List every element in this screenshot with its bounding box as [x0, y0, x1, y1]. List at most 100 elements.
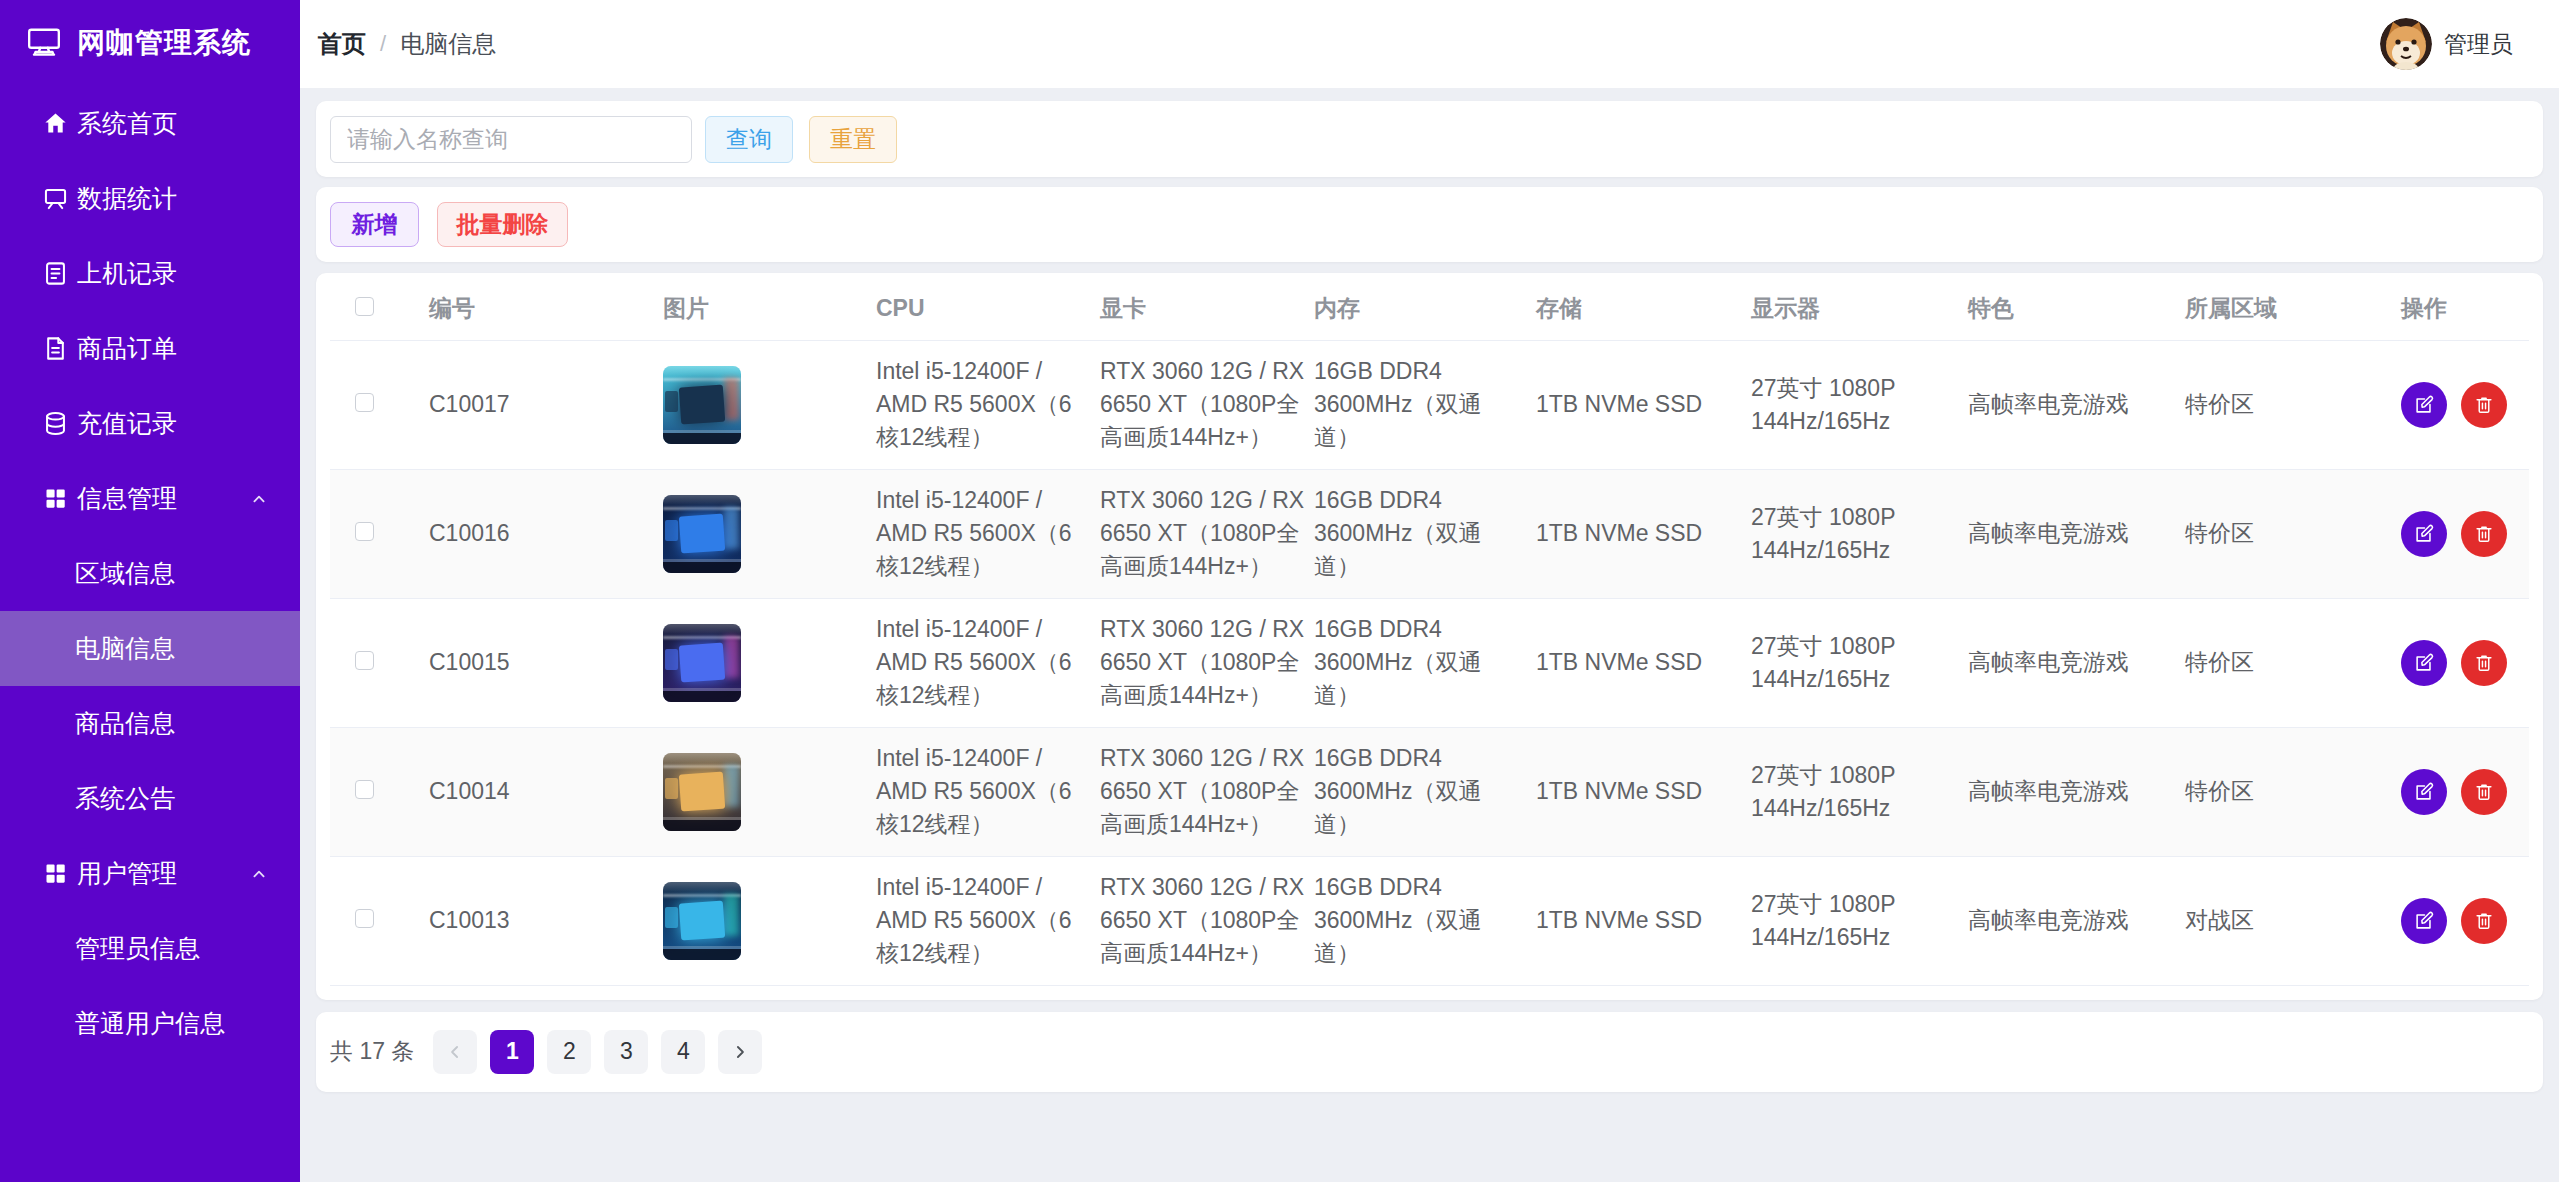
column-header: 特色: [1968, 277, 2185, 340]
table-header-row: 编号图片CPU显卡内存存储显示器特色所属区域操作: [330, 277, 2529, 340]
cell-monitor: 27英寸 1080P 144Hz/165Hz: [1751, 340, 1968, 469]
pager-buttons: 1234: [433, 1030, 762, 1074]
sidebar-item-2[interactable]: 上机记录: [0, 236, 300, 311]
select-all-checkbox[interactable]: [355, 297, 374, 316]
cell-ram: 16GB DDR4 3600MHz（双通 道）: [1314, 598, 1536, 727]
computers-table-card: 编号图片CPU显卡内存存储显示器特色所属区域操作 C10017Intel i5-…: [316, 273, 2543, 1000]
sidebar-item-label: 数据统计: [77, 182, 177, 215]
prev-page-button[interactable]: [433, 1030, 477, 1074]
search-panel: 查询 重置: [316, 101, 2543, 177]
select-all-header: [330, 277, 429, 340]
edit-button[interactable]: [2401, 382, 2447, 428]
avatar[interactable]: [2380, 18, 2432, 70]
sidebar-subitem[interactable]: 普通用户信息: [0, 986, 300, 1061]
row-checkbox[interactable]: [355, 651, 374, 670]
table-row: C10016Intel i5-12400F / AMD R5 5600X（6 核…: [330, 469, 2529, 598]
row-checkbox[interactable]: [355, 909, 374, 928]
page-button-1[interactable]: 1: [490, 1030, 534, 1074]
table-body: C10017Intel i5-12400F / AMD R5 5600X（6 核…: [330, 340, 2529, 985]
content: 查询 重置 新增 批量删除 编号图片CPU显卡内存存储显示器特色所属区域操作 C…: [300, 88, 2559, 1182]
cell-ram: 16GB DDR4 3600MHz（双通 道）: [1314, 727, 1536, 856]
reset-button[interactable]: 重置: [809, 116, 897, 163]
cell-cpu: Intel i5-12400F / AMD R5 5600X（6 核12线程）: [876, 856, 1100, 985]
page-button-4[interactable]: 4: [661, 1030, 705, 1074]
cell-gpu: RTX 3060 12G / RX 6650 XT（1080P全 高画质144H…: [1100, 727, 1314, 856]
edit-button[interactable]: [2401, 769, 2447, 815]
sidebar-subitem[interactable]: 区域信息: [0, 536, 300, 611]
column-header: 显示器: [1751, 277, 1968, 340]
sidebar-subitem[interactable]: 管理员信息: [0, 911, 300, 986]
breadcrumb-separator: /: [380, 31, 386, 57]
table-row: C10017Intel i5-12400F / AMD R5 5600X（6 核…: [330, 340, 2529, 469]
sidebar-item-1[interactable]: 数据统计: [0, 161, 300, 236]
next-page-button[interactable]: [718, 1030, 762, 1074]
column-header: CPU: [876, 277, 1100, 340]
page-button-3[interactable]: 3: [604, 1030, 648, 1074]
edit-button[interactable]: [2401, 640, 2447, 686]
delete-button[interactable]: [2461, 382, 2507, 428]
cell-storage: 1TB NVMe SSD: [1536, 727, 1751, 856]
sidebar-nav: 系统首页数据统计上机记录商品订单充值记录信息管理区域信息电脑信息商品信息系统公告…: [0, 86, 300, 1061]
sidebar-item-label: 系统首页: [77, 107, 177, 140]
pagination: 共 17 条 1234: [316, 1012, 2543, 1092]
cell-zone: 特价区: [2185, 340, 2401, 469]
sidebar-item-5[interactable]: 信息管理: [0, 461, 300, 536]
row-checkbox[interactable]: [355, 522, 374, 541]
computer-photo: [663, 882, 741, 960]
cell-zone: 特价区: [2185, 469, 2401, 598]
page-button-2[interactable]: 2: [547, 1030, 591, 1074]
sidebar-item-label: 上机记录: [77, 257, 177, 290]
cell-cpu: Intel i5-12400F / AMD R5 5600X（6 核12线程）: [876, 727, 1100, 856]
column-header: 存储: [1536, 277, 1751, 340]
computer-photo: [663, 753, 741, 831]
sidebar-item-label: 用户管理: [77, 857, 177, 890]
sidebar-item-6[interactable]: 用户管理: [0, 836, 300, 911]
delete-button[interactable]: [2461, 769, 2507, 815]
column-header: 操作: [2401, 277, 2529, 340]
app-logo: 网咖管理系统: [0, 0, 300, 86]
cell-storage: 1TB NVMe SSD: [1536, 598, 1751, 727]
column-header: 图片: [663, 277, 876, 340]
user-menu[interactable]: 管理员: [2380, 18, 2513, 70]
sidebar-item-label: 商品订单: [77, 332, 177, 365]
column-header: 显卡: [1100, 277, 1314, 340]
sidebar-item-3[interactable]: 商品订单: [0, 311, 300, 386]
edit-button[interactable]: [2401, 511, 2447, 557]
computer-photo: [663, 495, 741, 573]
main-area: 首页 / 电脑信息 管理员 查询 重置 新增 批量删除 编号图片CPU: [300, 0, 2559, 1182]
sidebar-subitem-label: 商品信息: [75, 707, 175, 740]
cell-ram: 16GB DDR4 3600MHz（双通 道）: [1314, 469, 1536, 598]
sidebar-subitem[interactable]: 商品信息: [0, 686, 300, 761]
sidebar-subitem[interactable]: 系统公告: [0, 761, 300, 836]
breadcrumb: 首页 / 电脑信息: [318, 28, 496, 60]
column-header: 编号: [429, 277, 663, 340]
sidebar: 网咖管理系统 系统首页数据统计上机记录商品订单充值记录信息管理区域信息电脑信息商…: [0, 0, 300, 1182]
sidebar-item-4[interactable]: 充值记录: [0, 386, 300, 461]
cell-monitor: 27英寸 1080P 144Hz/165Hz: [1751, 727, 1968, 856]
query-button[interactable]: 查询: [705, 116, 793, 163]
sidebar-subitem-label: 普通用户信息: [75, 1007, 225, 1040]
cell-gpu: RTX 3060 12G / RX 6650 XT（1080P全 高画质144H…: [1100, 856, 1314, 985]
breadcrumb-home[interactable]: 首页: [318, 28, 366, 60]
search-input[interactable]: [330, 116, 692, 163]
cell-id: C10014: [429, 727, 663, 856]
sidebar-item-label: 信息管理: [77, 482, 177, 515]
delete-button[interactable]: [2461, 640, 2507, 686]
cell-zone: 特价区: [2185, 598, 2401, 727]
row-checkbox[interactable]: [355, 393, 374, 412]
edit-button[interactable]: [2401, 898, 2447, 944]
sidebar-item-0[interactable]: 系统首页: [0, 86, 300, 161]
sidebar-subitem[interactable]: 电脑信息: [0, 611, 300, 686]
cell-zone: 对战区: [2185, 856, 2401, 985]
row-checkbox[interactable]: [355, 780, 374, 799]
cell-id: C10016: [429, 469, 663, 598]
computer-photo: [663, 624, 741, 702]
cell-storage: 1TB NVMe SSD: [1536, 340, 1751, 469]
delete-button[interactable]: [2461, 898, 2507, 944]
column-header: 内存: [1314, 277, 1536, 340]
add-button[interactable]: 新增: [330, 202, 419, 247]
delete-button[interactable]: [2461, 511, 2507, 557]
batch-delete-button[interactable]: 批量删除: [437, 202, 568, 247]
cell-id: C10015: [429, 598, 663, 727]
cell-zone: 特价区: [2185, 727, 2401, 856]
